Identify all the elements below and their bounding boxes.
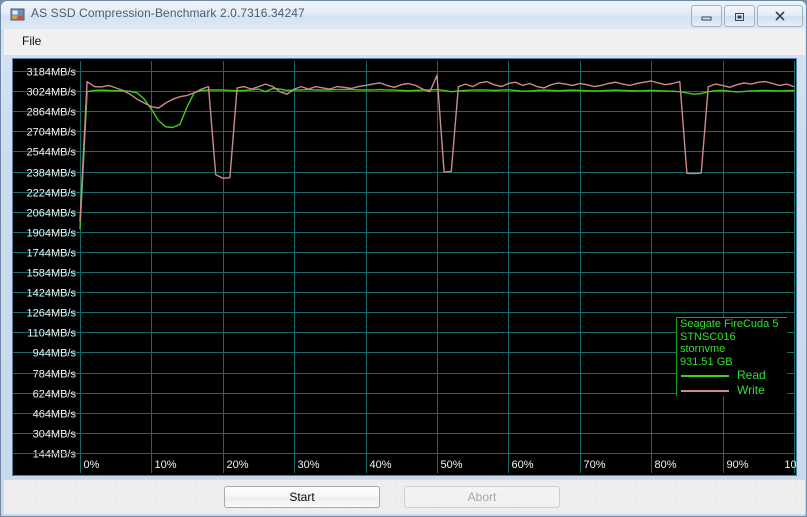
y-axis-label: 304MB/s: [33, 429, 77, 441]
x-axis-label: 90%: [727, 459, 749, 471]
y-axis-label: 1264MB/s: [26, 308, 76, 320]
y-axis-label: 1584MB/s: [26, 268, 76, 280]
start-button[interactable]: Start: [224, 486, 380, 508]
abort-button: Abort: [404, 486, 560, 508]
y-axis-label: 3184MB/s: [26, 67, 76, 79]
x-axis-label: 20%: [227, 459, 249, 471]
restore-button[interactable]: [724, 5, 755, 27]
legend-capacity: 931.51 GB: [680, 355, 733, 368]
minimize-button[interactable]: [691, 5, 722, 27]
x-axis-label: 40%: [370, 459, 392, 471]
x-axis-label: 60%: [512, 459, 534, 471]
legend-entry-write: Write: [677, 383, 787, 396]
window-controls: [691, 5, 803, 27]
legend-driver: stornvme: [680, 343, 726, 355]
chart-legend: Seagate FireCuda 5 STNSC016 stornvme 931…: [676, 317, 787, 396]
legend-device-name: Seagate FireCuda 5: [680, 318, 779, 330]
y-axis-label: 624MB/s: [33, 389, 77, 401]
y-axis-label: 1904MB/s: [26, 228, 76, 240]
y-axis-label: 144MB/s: [33, 449, 77, 461]
x-axis-label: 80%: [655, 459, 677, 471]
benchmark-chart: 3184MB/s 3024MB/s 2864MB/s 2704MB/s 2544MB/s…: [12, 58, 797, 476]
button-bar: Start Abort: [4, 479, 805, 514]
legend-entry-read: Read: [677, 368, 787, 383]
y-axis-label: 2704MB/s: [26, 127, 76, 139]
y-axis-label: 1424MB/s: [26, 288, 76, 300]
x-axis-label: 0%: [84, 459, 100, 471]
y-axis-label: 3024MB/s: [26, 87, 76, 99]
legend-read-swatch: [681, 375, 729, 377]
app-window: AS SSD Compression-Benchmark 2.0.7316.34…: [0, 0, 807, 517]
y-axis-label: 1744MB/s: [26, 248, 76, 260]
y-axis-label: 944MB/s: [33, 348, 77, 360]
app-icon: [10, 7, 26, 23]
y-axis-label: 2224MB/s: [26, 188, 76, 200]
legend-model: STNSC016: [680, 330, 736, 343]
menu-bar: File: [4, 29, 805, 56]
x-axis-label: 10%: [155, 459, 177, 471]
y-axis-label: 784MB/s: [33, 369, 77, 381]
y-axis-label: 2064MB/s: [26, 208, 76, 220]
legend-write-label: Write: [737, 383, 765, 396]
title-bar: AS SSD Compression-Benchmark 2.0.7316.34…: [1, 1, 806, 29]
y-axis-label: 464MB/s: [33, 409, 77, 421]
y-axis-label: 2384MB/s: [26, 168, 76, 180]
legend-read-label: Read: [737, 368, 766, 382]
y-axis-label: 2864MB/s: [26, 107, 76, 119]
x-axis-label: 100%: [784, 459, 796, 471]
x-axis-label: 70%: [584, 459, 606, 471]
legend-write-swatch: [681, 390, 729, 392]
chart-canvas: 3184MB/s 3024MB/s 2864MB/s 2704MB/s 2544MB/s…: [13, 59, 796, 475]
window-title: AS SSD Compression-Benchmark 2.0.7316.34…: [31, 6, 305, 20]
menu-item-file[interactable]: File: [22, 34, 41, 48]
close-button[interactable]: [757, 5, 803, 27]
y-axis-label: 2544MB/s: [26, 147, 76, 159]
x-axis-label: 50%: [441, 459, 463, 471]
y-axis-label: 1104MB/s: [27, 328, 76, 340]
x-axis-label: 30%: [298, 459, 320, 471]
